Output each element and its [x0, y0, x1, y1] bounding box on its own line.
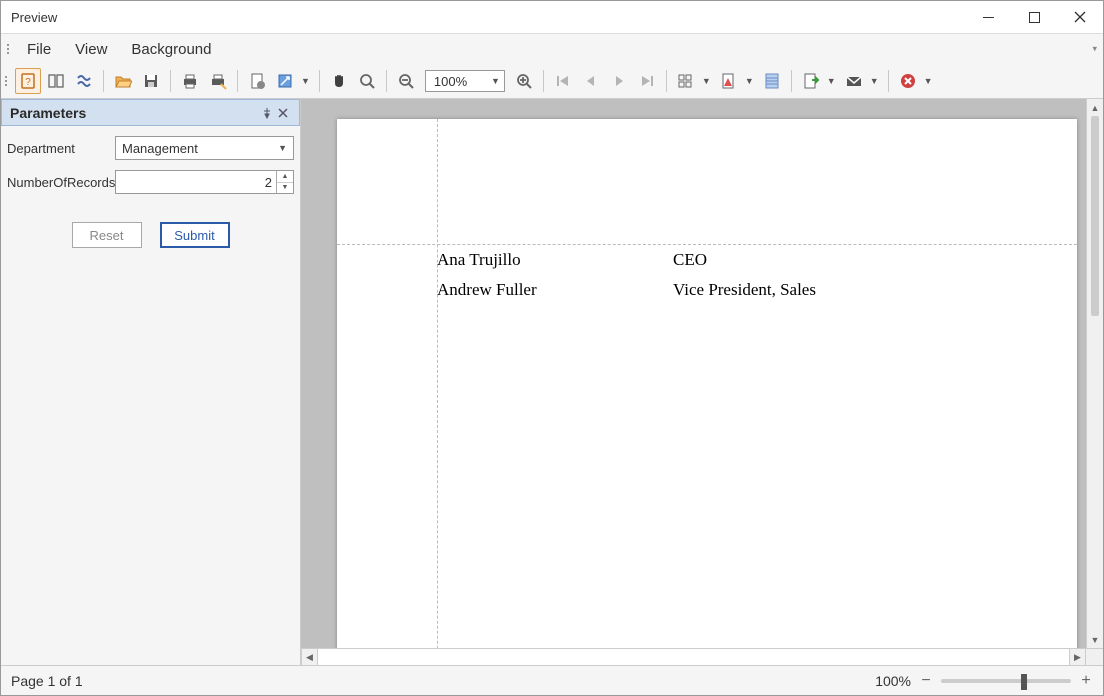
- export-dropdown[interactable]: ▼: [798, 68, 839, 94]
- vertical-scrollbar[interactable]: ▲ ▼: [1086, 99, 1103, 648]
- close-preview-dropdown[interactable]: ▼: [895, 68, 936, 94]
- maximize-button[interactable]: [1011, 1, 1057, 33]
- department-value: Management: [122, 141, 198, 156]
- zoom-out-icon[interactable]: −: [919, 672, 933, 690]
- status-zoom-value: 100%: [875, 673, 911, 689]
- panel-close-icon[interactable]: [275, 108, 291, 118]
- field-row-department: Department Management ▼: [7, 136, 294, 160]
- menu-file[interactable]: File: [15, 37, 63, 62]
- save-button[interactable]: [138, 68, 164, 94]
- quick-print-button[interactable]: [205, 68, 231, 94]
- hand-tool-button[interactable]: [326, 68, 352, 94]
- next-page-button[interactable]: [606, 68, 632, 94]
- menu-background[interactable]: Background: [119, 37, 223, 62]
- department-label: Department: [7, 141, 115, 156]
- chevron-down-icon: ▼: [278, 143, 287, 153]
- scroll-corner: [1086, 649, 1103, 665]
- spin-up-button[interactable]: ▲: [277, 171, 293, 182]
- number-of-records-label: NumberOfRecords: [7, 175, 115, 190]
- chevron-down-icon: ▼: [491, 76, 500, 86]
- scroll-track[interactable]: [318, 649, 1069, 665]
- scroll-thumb[interactable]: [1091, 116, 1099, 316]
- scroll-down-icon[interactable]: ▼: [1087, 631, 1103, 648]
- reset-button[interactable]: Reset: [72, 222, 142, 248]
- status-bar: Page 1 of 1 100% − +: [1, 665, 1103, 695]
- toolbar-grip-icon: [7, 44, 9, 54]
- page-setup-button[interactable]: [244, 68, 270, 94]
- number-of-records-value: 2: [122, 175, 276, 190]
- preview-window: Preview File View Background ▾ ?: [0, 0, 1104, 696]
- zoom-in-button[interactable]: [511, 68, 537, 94]
- number-of-records-input[interactable]: 2 ▲ ▼: [115, 170, 294, 194]
- margin-guide-horizontal: [337, 244, 1077, 245]
- window-title: Preview: [11, 10, 57, 25]
- report-cell-name: Andrew Fuller: [437, 280, 673, 300]
- zoom-combo[interactable]: 100% ▼: [425, 70, 505, 92]
- scale-dropdown[interactable]: ▼: [272, 68, 313, 94]
- menu-view[interactable]: View: [63, 37, 119, 62]
- spin-buttons: ▲ ▼: [276, 171, 293, 193]
- svg-text:?: ?: [25, 77, 31, 88]
- magnifier-button[interactable]: [354, 68, 380, 94]
- find-button[interactable]: [71, 68, 97, 94]
- viewer-scroll: Ana Trujillo CEO Andrew Fuller Vice Pres…: [301, 99, 1103, 648]
- report-cell-name: Ana Trujillo: [437, 250, 673, 270]
- horizontal-scrollbar[interactable]: ◀ ▶: [301, 648, 1103, 665]
- parameter-buttons: Reset Submit: [7, 222, 294, 248]
- thumbnails-button[interactable]: [43, 68, 69, 94]
- scroll-up-icon[interactable]: ▲: [1087, 99, 1103, 116]
- zoom-slider[interactable]: [941, 679, 1071, 683]
- watermark-button[interactable]: [759, 68, 785, 94]
- minimize-button[interactable]: [965, 1, 1011, 33]
- toolbar-grip-icon: [5, 76, 7, 86]
- page-status: Page 1 of 1: [11, 673, 83, 689]
- first-page-button[interactable]: [550, 68, 576, 94]
- department-dropdown[interactable]: Management ▼: [115, 136, 294, 160]
- scroll-right-icon[interactable]: ▶: [1069, 649, 1086, 665]
- document-area[interactable]: Ana Trujillo CEO Andrew Fuller Vice Pres…: [301, 99, 1086, 648]
- menu-overflow-icon[interactable]: ▾: [1092, 44, 1097, 55]
- parameters-panel-body: Department Management ▼ NumberOfRecords …: [1, 126, 300, 665]
- window-controls: [965, 1, 1103, 33]
- report-row: Ana Trujillo CEO: [437, 250, 707, 270]
- parameters-panel-header: Parameters: [1, 99, 300, 126]
- report-cell-title: Vice President, Sales: [673, 280, 816, 300]
- pin-icon[interactable]: [259, 107, 275, 119]
- toolbar: ? ▼: [1, 64, 1103, 99]
- menu-bar: File View Background ▾: [1, 34, 1103, 64]
- submit-button[interactable]: Submit: [160, 222, 230, 248]
- close-button[interactable]: [1057, 1, 1103, 33]
- field-row-number-of-records: NumberOfRecords 2 ▲ ▼: [7, 170, 294, 194]
- report-row: Andrew Fuller Vice President, Sales: [437, 280, 816, 300]
- zoom-out-button[interactable]: [393, 68, 419, 94]
- parameters-toggle-button[interactable]: ?: [15, 68, 41, 94]
- body: Parameters Department Management ▼: [1, 99, 1103, 665]
- scroll-left-icon[interactable]: ◀: [301, 649, 318, 665]
- page-color-dropdown[interactable]: ▼: [716, 68, 757, 94]
- report-page: Ana Trujillo CEO Andrew Fuller Vice Pres…: [337, 119, 1077, 648]
- last-page-button[interactable]: [634, 68, 660, 94]
- report-cell-title: CEO: [673, 250, 707, 270]
- title-bar: Preview: [1, 1, 1103, 34]
- spin-down-button[interactable]: ▼: [277, 182, 293, 193]
- zoom-slider-knob[interactable]: [1021, 674, 1027, 690]
- print-button[interactable]: [177, 68, 203, 94]
- parameters-panel-title: Parameters: [10, 105, 86, 121]
- margin-guide-vertical: [437, 119, 438, 648]
- zoom-in-icon[interactable]: +: [1079, 672, 1093, 690]
- open-button[interactable]: [110, 68, 136, 94]
- prev-page-button[interactable]: [578, 68, 604, 94]
- parameters-panel: Parameters Department Management ▼: [1, 99, 301, 665]
- zoom-control: 100% − +: [875, 672, 1093, 690]
- zoom-value: 100%: [434, 74, 467, 89]
- send-dropdown[interactable]: ▼: [841, 68, 882, 94]
- document-viewer: Ana Trujillo CEO Andrew Fuller Vice Pres…: [301, 99, 1103, 665]
- multipage-dropdown[interactable]: ▼: [673, 68, 714, 94]
